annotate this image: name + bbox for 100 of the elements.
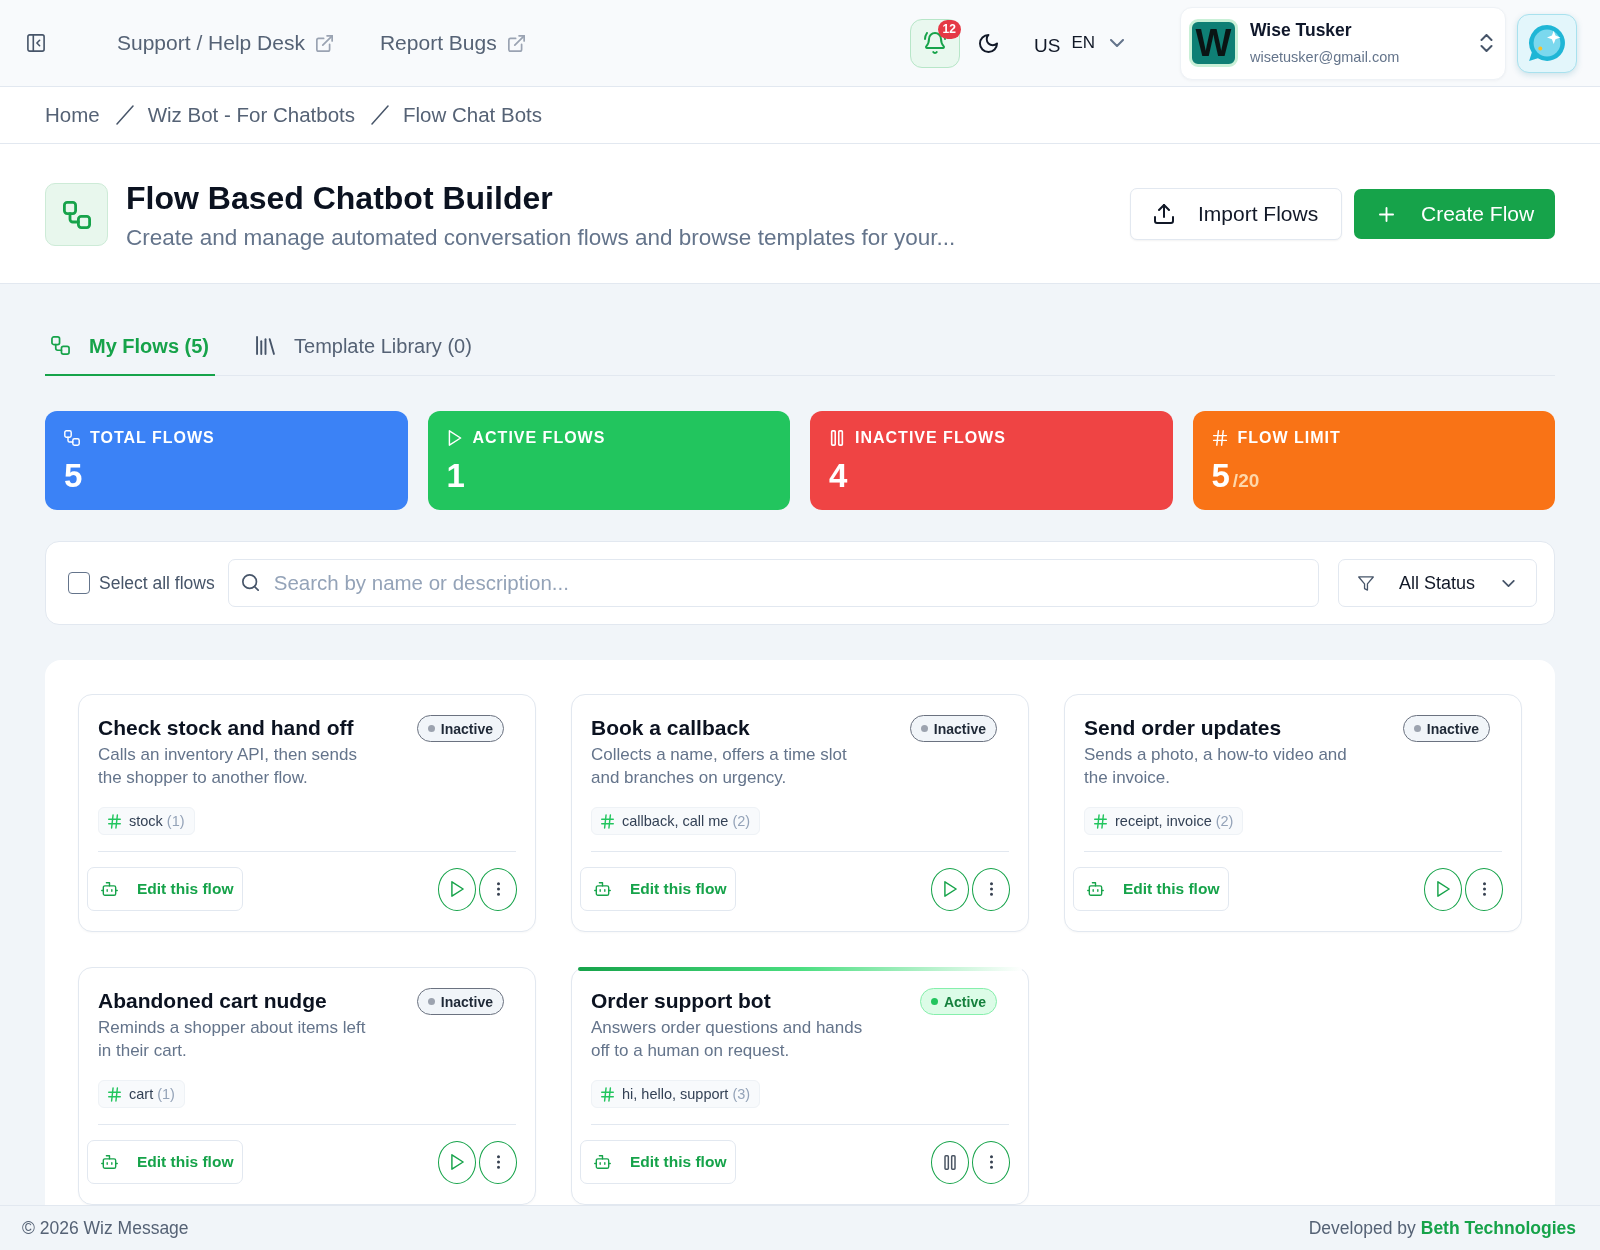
status-text: Active — [943, 993, 986, 1010]
stat-value: 5 — [1211, 458, 1230, 494]
keyword-text: callback, call me — [622, 813, 729, 829]
run-toggle-button[interactable] — [931, 867, 969, 911]
hash-icon — [108, 813, 121, 829]
keyword-text: receipt, invoice — [1115, 813, 1212, 829]
flow-title: Send order updates — [1084, 715, 1283, 741]
separator-icon — [115, 105, 134, 125]
search-field[interactable]: Search by name or description... — [227, 559, 1319, 607]
keyword-text: hi, hello, support — [622, 1086, 729, 1102]
status-text: Inactive — [1426, 720, 1479, 737]
more-button[interactable] — [1465, 867, 1503, 911]
run-toggle-button[interactable] — [931, 1140, 969, 1184]
status-dot-icon — [930, 998, 938, 1005]
notification-count: 12 — [937, 19, 961, 39]
keyword-text: cart — [129, 1086, 154, 1102]
stat-label: TOTAL FLOWS — [90, 429, 215, 447]
flow-description: Calls an inventory API, then sends the shopper to another flow. — [98, 744, 358, 789]
company-link[interactable]: Beth Technologies — [1420, 1217, 1576, 1239]
edit-flow-button[interactable]: Edit this flow — [580, 867, 736, 911]
stat-value: 4 — [829, 458, 848, 494]
status-text: Inactive — [440, 993, 493, 1010]
flow-title: Abandoned cart nudge — [98, 988, 328, 1014]
moon-icon[interactable] — [978, 33, 998, 53]
keyword-count: (3) — [732, 1086, 751, 1102]
flow-title: Order support bot — [591, 988, 772, 1014]
assistant-button[interactable] — [1517, 13, 1577, 73]
workflow-icon — [64, 430, 80, 446]
language-selector[interactable]: US EN — [1033, 23, 1124, 63]
notification-button[interactable]: 12 — [909, 18, 960, 68]
status-dropdown[interactable]: All Status — [1338, 559, 1537, 607]
hash-icon — [108, 1086, 121, 1102]
chevron-down-icon — [1110, 39, 1124, 47]
hash-icon — [601, 1086, 614, 1102]
hash-icon — [601, 813, 614, 829]
workflow-icon — [45, 183, 108, 246]
tab[interactable]: My Flows (5) — [45, 324, 215, 376]
import-button[interactable]: Import Flows — [1130, 188, 1342, 240]
breadcrumb-link[interactable]: Home — [45, 103, 100, 127]
play-icon — [446, 430, 463, 446]
status-text: Inactive — [440, 720, 493, 737]
sidebar-toggle-icon[interactable] — [27, 34, 45, 52]
keyword-count: (2) — [732, 813, 751, 829]
pause-icon — [944, 1154, 956, 1170]
stat-max: /20 — [1232, 469, 1260, 493]
more-icon — [1482, 882, 1486, 896]
more-button[interactable] — [972, 867, 1010, 911]
external-link-icon — [507, 34, 525, 52]
run-toggle-button[interactable] — [1424, 867, 1462, 911]
robot-icon — [101, 882, 118, 896]
more-button[interactable] — [972, 1140, 1010, 1184]
edit-flow-button[interactable]: Edit this flow — [87, 1140, 243, 1184]
status-dot-icon — [427, 998, 435, 1005]
more-icon — [496, 882, 500, 896]
keyword-count: (1) — [166, 813, 185, 829]
status-dot-icon — [1413, 725, 1421, 732]
stat-label: INACTIVE FLOWS — [855, 429, 1006, 447]
hash-icon — [1094, 813, 1107, 829]
breadcrumb-current: Flow Chat Bots — [403, 103, 543, 127]
credit-text: Developed by — [1308, 1217, 1416, 1239]
flow-description: Sends a photo, a how-to video and the invoice. — [1084, 744, 1348, 789]
external-link-icon — [315, 34, 333, 52]
keyword-count: (2) — [1215, 813, 1234, 829]
flow-title: Book a callback — [591, 715, 751, 741]
status-dot-icon — [920, 725, 928, 732]
select-all-checkbox[interactable] — [68, 572, 90, 594]
copyright-text: © 2026 Wiz Message — [22, 1217, 189, 1239]
checkbox-label[interactable]: Select all flows — [99, 572, 215, 594]
create-button[interactable]: Create Flow — [1354, 189, 1555, 239]
page-title: Flow Based Chatbot Builder — [126, 179, 554, 217]
more-button[interactable] — [479, 867, 517, 911]
separator-icon — [371, 105, 390, 125]
bell-icon — [923, 32, 946, 54]
tab[interactable]: Template Library (0) — [250, 324, 478, 376]
header-link[interactable]: Support / Help Desk — [117, 31, 333, 55]
robot-icon — [594, 1155, 611, 1169]
user-avatar: W — [1189, 19, 1238, 67]
chevron-down-icon — [1502, 579, 1515, 587]
flow-description: Reminds a shopper about items left in their cart. — [98, 1017, 367, 1062]
breadcrumb-link[interactable]: Wiz Bot - For Chatbots — [147, 103, 356, 127]
edit-flow-button[interactable]: Edit this flow — [1073, 867, 1229, 911]
play-icon — [943, 881, 957, 897]
more-button[interactable] — [479, 1140, 517, 1184]
flow-title: Check stock and hand off — [98, 715, 355, 741]
stat-label: ACTIVE FLOWS — [472, 429, 606, 447]
user-menu[interactable]: W Wise Tusker wisetusker@gmail.com — [1180, 6, 1506, 80]
robot-icon — [101, 1155, 118, 1169]
run-toggle-button[interactable] — [438, 1140, 476, 1184]
more-icon — [496, 1155, 500, 1169]
keyword-text: stock — [129, 813, 163, 829]
hash-icon — [1211, 430, 1228, 446]
run-toggle-button[interactable] — [438, 867, 476, 911]
play-icon — [450, 1154, 464, 1170]
chat-bubble-icon — [1528, 24, 1566, 62]
stat-label: FLOW LIMIT — [1237, 429, 1341, 447]
filter-icon — [1358, 575, 1374, 591]
flow-description: Answers order questions and hands off to a human on request. — [591, 1017, 864, 1062]
edit-flow-button[interactable]: Edit this flow — [87, 867, 243, 911]
header-link[interactable]: Report Bugs — [379, 31, 525, 55]
edit-flow-button[interactable]: Edit this flow — [580, 1140, 736, 1184]
